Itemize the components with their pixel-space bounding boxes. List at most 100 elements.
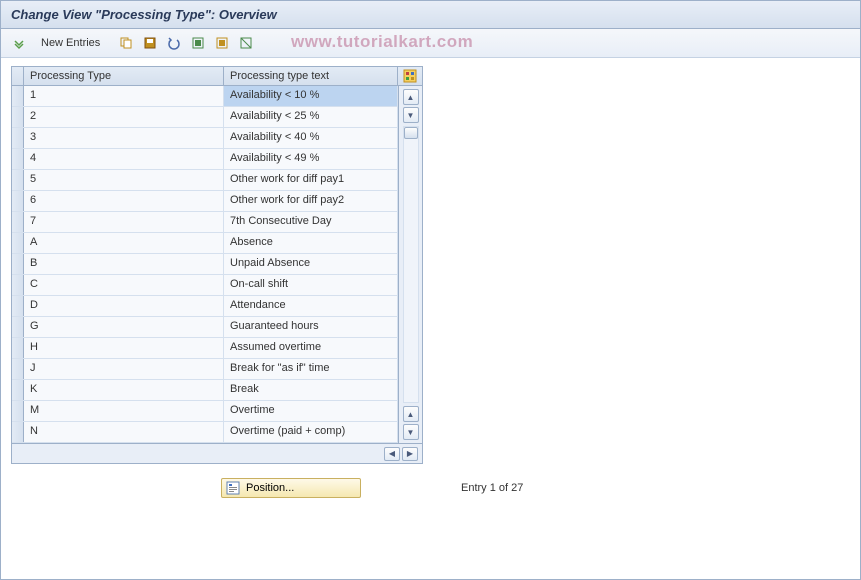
cell-processing-type[interactable]: 1 xyxy=(24,86,224,106)
column-header-text[interactable]: Processing type text xyxy=(224,67,398,85)
row-selector[interactable] xyxy=(12,296,24,316)
table-row[interactable]: JBreak for "as if" time xyxy=(12,359,398,380)
cell-processing-type[interactable]: 3 xyxy=(24,128,224,148)
cell-processing-text[interactable]: Availability < 49 % xyxy=(224,149,398,169)
table-row[interactable]: KBreak xyxy=(12,380,398,401)
table-row[interactable]: COn-call shift xyxy=(12,275,398,296)
table-row[interactable]: 1Availability < 10 % xyxy=(12,86,398,107)
cell-processing-text[interactable]: Availability < 10 % xyxy=(224,86,398,106)
row-selector[interactable] xyxy=(12,254,24,274)
row-selector[interactable] xyxy=(12,149,24,169)
cell-processing-text[interactable]: Availability < 40 % xyxy=(224,128,398,148)
row-selector[interactable] xyxy=(12,275,24,295)
cell-processing-text[interactable]: Overtime (paid + comp) xyxy=(224,422,398,442)
table-row[interactable]: MOvertime xyxy=(12,401,398,422)
cell-processing-type[interactable]: 4 xyxy=(24,149,224,169)
cell-processing-text[interactable]: Unpaid Absence xyxy=(224,254,398,274)
cell-processing-text[interactable]: Break xyxy=(224,380,398,400)
row-selector[interactable] xyxy=(12,317,24,337)
scroll-down-step-icon[interactable]: ▼ xyxy=(403,107,419,123)
cell-processing-type[interactable]: B xyxy=(24,254,224,274)
scroll-up-step-icon[interactable]: ▲ xyxy=(403,406,419,422)
table-row[interactable]: 5Other work for diff pay1 xyxy=(12,170,398,191)
table-header: Processing Type Processing type text xyxy=(12,67,422,86)
processing-type-table: Processing Type Processing type text 1Av… xyxy=(11,66,423,464)
undo-icon[interactable] xyxy=(164,33,184,53)
scroll-down-icon[interactable]: ▼ xyxy=(403,424,419,440)
scroll-left-icon[interactable]: ◀ xyxy=(384,447,400,461)
scroll-right-icon[interactable]: ▶ xyxy=(402,447,418,461)
toolbar: New Entries www.tutorialkart.com xyxy=(1,29,860,58)
table-row[interactable]: AAbsence xyxy=(12,233,398,254)
row-selector[interactable] xyxy=(12,338,24,358)
table-row[interactable]: 3Availability < 40 % xyxy=(12,128,398,149)
cell-processing-text[interactable]: Other work for diff pay2 xyxy=(224,191,398,211)
select-block-icon[interactable] xyxy=(212,33,232,53)
cell-processing-type[interactable]: 5 xyxy=(24,170,224,190)
entry-counter: Entry 1 of 27 xyxy=(461,482,523,494)
cell-processing-text[interactable]: Assumed overtime xyxy=(224,338,398,358)
row-selector[interactable] xyxy=(12,233,24,253)
row-selector[interactable] xyxy=(12,128,24,148)
copy-icon[interactable] xyxy=(116,33,136,53)
row-selector[interactable] xyxy=(12,359,24,379)
table-row[interactable]: DAttendance xyxy=(12,296,398,317)
position-icon xyxy=(226,481,240,495)
cell-processing-type[interactable]: C xyxy=(24,275,224,295)
scroll-track[interactable] xyxy=(403,126,419,403)
cell-processing-type[interactable]: A xyxy=(24,233,224,253)
table-row[interactable]: 6Other work for diff pay2 xyxy=(12,191,398,212)
new-entries-button[interactable]: New Entries xyxy=(33,34,108,52)
footer: Position... Entry 1 of 27 xyxy=(11,464,850,498)
row-selector[interactable] xyxy=(12,191,24,211)
cell-processing-type[interactable]: D xyxy=(24,296,224,316)
scroll-up-icon[interactable]: ▲ xyxy=(403,89,419,105)
cell-processing-type[interactable]: 6 xyxy=(24,191,224,211)
save-icon[interactable] xyxy=(140,33,160,53)
table-row[interactable]: BUnpaid Absence xyxy=(12,254,398,275)
expand-icon[interactable] xyxy=(9,33,29,53)
table-row[interactable]: NOvertime (paid + comp) xyxy=(12,422,398,443)
row-selector[interactable] xyxy=(12,107,24,127)
table-row[interactable]: HAssumed overtime xyxy=(12,338,398,359)
cell-processing-type[interactable]: M xyxy=(24,401,224,421)
row-selector[interactable] xyxy=(12,380,24,400)
cell-processing-text[interactable]: 7th Consecutive Day xyxy=(224,212,398,232)
cell-processing-text[interactable]: Attendance xyxy=(224,296,398,316)
cell-processing-type[interactable]: N xyxy=(24,422,224,442)
table-row[interactable]: 77th Consecutive Day xyxy=(12,212,398,233)
deselect-all-icon[interactable] xyxy=(236,33,256,53)
cell-processing-type[interactable]: K xyxy=(24,380,224,400)
row-selector[interactable] xyxy=(12,422,24,442)
cell-processing-type[interactable]: 2 xyxy=(24,107,224,127)
row-selector[interactable] xyxy=(12,401,24,421)
select-all-icon[interactable] xyxy=(188,33,208,53)
cell-processing-text[interactable]: On-call shift xyxy=(224,275,398,295)
row-selector-header[interactable] xyxy=(12,67,24,85)
table-config-button[interactable] xyxy=(398,67,422,85)
cell-processing-type[interactable]: J xyxy=(24,359,224,379)
position-label: Position... xyxy=(246,482,294,494)
cell-processing-text[interactable]: Other work for diff pay1 xyxy=(224,170,398,190)
cell-processing-text[interactable]: Availability < 25 % xyxy=(224,107,398,127)
cell-processing-text[interactable]: Overtime xyxy=(224,401,398,421)
row-selector[interactable] xyxy=(12,86,24,106)
cell-processing-text[interactable]: Guaranteed hours xyxy=(224,317,398,337)
cell-processing-type[interactable]: G xyxy=(24,317,224,337)
row-selector[interactable] xyxy=(12,212,24,232)
cell-processing-text[interactable]: Absence xyxy=(224,233,398,253)
scroll-thumb[interactable] xyxy=(404,127,418,139)
table-row[interactable]: 2Availability < 25 % xyxy=(12,107,398,128)
horizontal-scrollbar[interactable]: ◀ ▶ xyxy=(12,443,422,463)
vertical-scrollbar[interactable]: ▲ ▼ ▲ ▼ xyxy=(398,86,422,443)
table-row[interactable]: GGuaranteed hours xyxy=(12,317,398,338)
column-header-type[interactable]: Processing Type xyxy=(24,67,224,85)
watermark: www.tutorialkart.com xyxy=(291,32,473,52)
cell-processing-type[interactable]: H xyxy=(24,338,224,358)
position-button[interactable]: Position... xyxy=(221,478,361,498)
table-row[interactable]: 4Availability < 49 % xyxy=(12,149,398,170)
row-selector[interactable] xyxy=(12,170,24,190)
cell-processing-text[interactable]: Break for "as if" time xyxy=(224,359,398,379)
cell-processing-type[interactable]: 7 xyxy=(24,212,224,232)
page-title: Change View "Processing Type": Overview xyxy=(1,1,860,29)
